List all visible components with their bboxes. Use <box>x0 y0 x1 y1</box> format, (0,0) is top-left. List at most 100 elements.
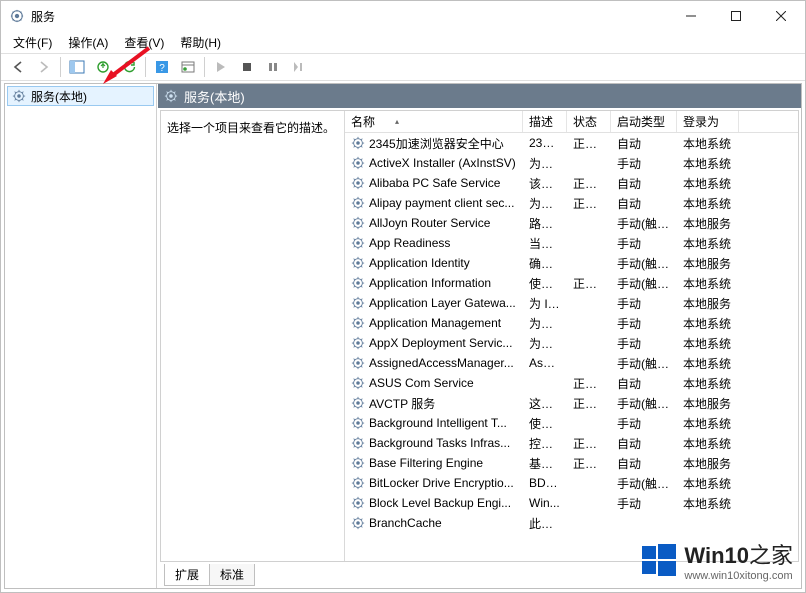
service-startup: 自动 <box>611 375 677 392</box>
service-name: ActiveX Installer (AxInstSV) <box>369 156 516 170</box>
table-row[interactable]: BitLocker Drive Encryptio...BDE...手动(触发.… <box>345 473 798 493</box>
table-row[interactable]: Base Filtering Engine基本...正在...自动本地服务 <box>345 453 798 473</box>
tree-item-services-local[interactable]: 服务(本地) <box>7 86 154 106</box>
service-startup: 手动(触发... <box>611 355 677 372</box>
tab-extended[interactable]: 扩展 <box>164 564 210 586</box>
service-status: 正在... <box>567 195 611 212</box>
service-name: BranchCache <box>369 516 442 530</box>
service-icon <box>351 356 365 370</box>
column-logon[interactable]: 登录为 <box>677 111 739 132</box>
service-logon: 本地系统 <box>677 315 739 332</box>
minimize-button[interactable] <box>668 2 713 30</box>
service-desc: Assi... <box>523 356 567 370</box>
service-desc: Win... <box>523 496 567 510</box>
menu-action[interactable]: 操作(A) <box>60 32 116 53</box>
gear-icon <box>164 89 178 103</box>
service-desc: 确定... <box>523 255 567 272</box>
service-desc: 这是... <box>523 395 567 412</box>
table-row[interactable]: Background Tasks Infras...控制...正在...自动本地… <box>345 433 798 453</box>
table-row[interactable]: BranchCache此服... <box>345 513 798 533</box>
table-row[interactable]: Application Identity确定...手动(触发...本地服务 <box>345 253 798 273</box>
forward-button[interactable] <box>32 55 56 79</box>
svg-text:?: ? <box>159 63 165 74</box>
table-row[interactable]: Background Intelligent T...使用...手动本地系统 <box>345 413 798 433</box>
table-row[interactable]: AppX Deployment Servic...为部...手动本地系统 <box>345 333 798 353</box>
service-icon <box>351 496 365 510</box>
service-startup: 手动(触发... <box>611 475 677 492</box>
service-status: 正在... <box>567 455 611 472</box>
column-description[interactable]: 描述 <box>523 111 567 132</box>
service-desc: 为通... <box>523 315 567 332</box>
back-button[interactable] <box>6 55 30 79</box>
service-desc: BDE... <box>523 476 567 490</box>
table-row[interactable]: App Readiness当用...手动本地系统 <box>345 233 798 253</box>
service-icon <box>351 456 365 470</box>
service-logon: 本地系统 <box>677 175 739 192</box>
bottom-tabs: 扩展 标准 <box>160 564 799 586</box>
service-desc: 基本... <box>523 455 567 472</box>
start-service-button[interactable] <box>209 55 233 79</box>
table-row[interactable]: AVCTP 服务这是...正在...手动(触发...本地服务 <box>345 393 798 413</box>
properties-button[interactable] <box>176 55 200 79</box>
column-name[interactable]: 名称▴ <box>345 111 523 132</box>
table-row[interactable]: Alipay payment client sec...为支...正在...自动… <box>345 193 798 213</box>
tab-standard[interactable]: 标准 <box>209 564 255 586</box>
pause-service-button[interactable] <box>261 55 285 79</box>
table-row[interactable]: Application Management为通...手动本地系统 <box>345 313 798 333</box>
column-status[interactable]: 状态 <box>567 111 611 132</box>
service-startup: 手动 <box>611 415 677 432</box>
service-logon: 本地服务 <box>677 295 739 312</box>
service-desc: 使用... <box>523 415 567 432</box>
stop-service-button[interactable] <box>235 55 259 79</box>
export-button[interactable] <box>91 55 115 79</box>
titlebar: 服务 <box>1 1 805 31</box>
service-name: ASUS Com Service <box>369 376 474 390</box>
service-logon: 本地系统 <box>677 135 739 152</box>
service-name: Alibaba PC Safe Service <box>369 176 500 190</box>
restart-service-button[interactable] <box>287 55 311 79</box>
table-row[interactable]: Block Level Backup Engi...Win...手动本地系统 <box>345 493 798 513</box>
app-icon <box>9 8 25 24</box>
service-list[interactable]: 名称▴ 描述 状态 启动类型 登录为 2345加速浏览器安全中心2345...正… <box>345 111 798 561</box>
service-icon <box>351 396 365 410</box>
table-row[interactable]: AssignedAccessManager...Assi...手动(触发...本… <box>345 353 798 373</box>
service-name: Base Filtering Engine <box>369 456 483 470</box>
service-startup: 自动 <box>611 135 677 152</box>
service-logon: 本地系统 <box>677 375 739 392</box>
service-name: Block Level Backup Engi... <box>369 496 511 510</box>
show-hide-tree-button[interactable] <box>65 55 89 79</box>
body: 服务(本地) 服务(本地) 选择一个项目来查看它的描述。 名称▴ 描述 状态 启… <box>4 83 802 589</box>
table-row[interactable]: 2345加速浏览器安全中心2345...正在...自动本地系统 <box>345 133 798 153</box>
service-name: Application Management <box>369 316 501 330</box>
table-row[interactable]: Application Information使用...正在...手动(触发..… <box>345 273 798 293</box>
refresh-button[interactable] <box>117 55 141 79</box>
right-content: 选择一个项目来查看它的描述。 名称▴ 描述 状态 启动类型 登录为 2345加速… <box>160 110 799 562</box>
service-desc: 为支... <box>523 195 567 212</box>
service-desc: 控制... <box>523 435 567 452</box>
service-startup: 自动 <box>611 435 677 452</box>
help-button[interactable]: ? <box>150 55 174 79</box>
service-desc: 路由... <box>523 215 567 232</box>
service-startup: 自动 <box>611 195 677 212</box>
service-desc: 该服... <box>523 175 567 192</box>
window-title: 服务 <box>31 8 668 25</box>
column-startup[interactable]: 启动类型 <box>611 111 677 132</box>
table-row[interactable]: Application Layer Gatewa...为 In...手动本地服务 <box>345 293 798 313</box>
table-row[interactable]: Alibaba PC Safe Service该服...正在...自动本地系统 <box>345 173 798 193</box>
table-row[interactable]: AllJoyn Router Service路由...手动(触发...本地服务 <box>345 213 798 233</box>
table-row[interactable]: ASUS Com Service正在...自动本地系统 <box>345 373 798 393</box>
service-logon: 本地系统 <box>677 155 739 172</box>
table-row[interactable]: ActiveX Installer (AxInstSV)为从 ...手动本地系统 <box>345 153 798 173</box>
service-startup: 自动 <box>611 175 677 192</box>
close-button[interactable] <box>758 2 803 30</box>
service-status: 正在... <box>567 135 611 152</box>
service-logon: 本地系统 <box>677 495 739 512</box>
menu-help[interactable]: 帮助(H) <box>172 32 229 53</box>
menu-file[interactable]: 文件(F) <box>5 32 60 53</box>
service-status: 正在... <box>567 275 611 292</box>
service-icon <box>351 256 365 270</box>
service-logon: 本地系统 <box>677 355 739 372</box>
menu-view[interactable]: 查看(V) <box>116 32 172 53</box>
service-startup: 手动(触发... <box>611 275 677 292</box>
maximize-button[interactable] <box>713 2 758 30</box>
